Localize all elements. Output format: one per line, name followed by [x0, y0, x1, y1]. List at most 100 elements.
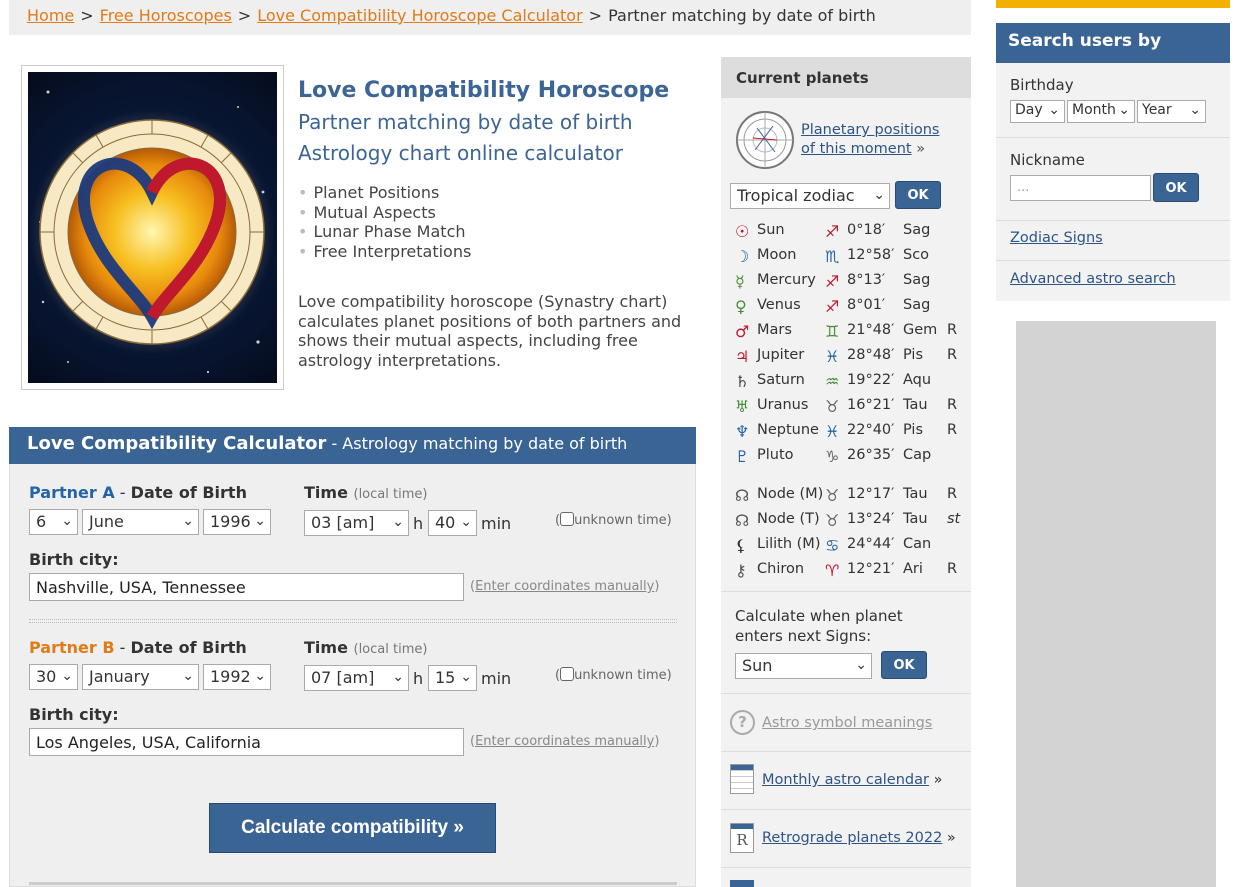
enter-coordinates-link[interactable]: Enter coordinates manually	[475, 579, 654, 594]
partner-b-time-label: Time (local time)	[304, 638, 427, 657]
breadcrumb: Home > Free Horoscopes > Love Compatibility …	[9, 0, 971, 35]
current-planets-title: Current planets	[721, 57, 971, 98]
nickname-ok-button[interactable]: OK	[1153, 173, 1199, 202]
calculate-compatibility-button[interactable]: Calculate compatibility »	[209, 803, 496, 853]
zodiac-sign-icon: ♓	[825, 422, 840, 441]
partner-a-minute-select[interactable]: 40 ⌄	[428, 510, 477, 536]
partner-b-unknown-time[interactable]: (unknown time)	[555, 667, 672, 683]
planetary-positions-link-2[interactable]: of this moment	[801, 141, 912, 157]
planet-row: ☊ Node (T) ♉ 13°24′ Tau st	[735, 511, 965, 536]
zodiac-sign-icon: ♉	[825, 486, 840, 505]
select-value: Year	[1142, 102, 1172, 118]
birthday-label: Birthday	[1010, 76, 1074, 94]
partner-a-coords: (Enter coordinates manually)	[470, 579, 660, 594]
partner-b-minute-select[interactable]: 15 ⌄	[428, 665, 477, 691]
zodiac-sign-icon: ♉	[825, 511, 840, 530]
partner-a-hour-select[interactable]: 03 [am] ⌄	[304, 510, 409, 536]
advanced-astro-search-link[interactable]: Advanced astro search	[1010, 271, 1176, 287]
zodiac-sign-icon: ♐	[825, 297, 840, 316]
divider	[721, 751, 971, 752]
chevron-down-icon: ⌄	[254, 668, 266, 684]
nickname-input[interactable]: ...	[1010, 175, 1151, 201]
planet-glyph-icon: ☽	[735, 247, 750, 266]
breadcrumb-separator: >	[80, 6, 94, 25]
monthly-astro-calendar-link[interactable]: Monthly astro calendar	[762, 772, 929, 788]
planetary-positions-link[interactable]: Planetary positions	[801, 122, 939, 138]
birthday-day-select[interactable]: Day ⌄	[1010, 100, 1065, 123]
astro-symbol-meanings-link[interactable]: Astro symbol meanings	[762, 715, 932, 731]
retrograde-calendar-icon: R	[730, 823, 754, 853]
next-signs-planet-select[interactable]: Sun ⌄	[735, 653, 872, 679]
birthday-year-select[interactable]: Year ⌄	[1137, 100, 1206, 123]
partner-a-time-label: Time (local time)	[304, 483, 427, 502]
zodiac-sign-icon: ♐	[825, 222, 840, 241]
planet-degree: 16°21′	[847, 397, 895, 413]
zodiac-ok-button[interactable]: OK	[895, 181, 941, 209]
planet-degree: 21°48′	[847, 322, 895, 338]
partner-b-year-select[interactable]: 1992 ⌄	[203, 664, 271, 690]
node-table: ☊ Node (M) ♉ 12°17′ Tau R ☊ Node (T) ♉ 13°24′ Tau s…	[735, 486, 965, 586]
breadcrumb-home-link[interactable]: Home	[27, 6, 74, 25]
zodiac-type-select[interactable]: Tropical zodiac ⌄	[730, 183, 890, 209]
chart-wheel-icon[interactable]	[735, 110, 795, 170]
planet-glyph-icon: ♅	[735, 397, 750, 416]
partner-b-hour-select[interactable]: 07 [am] ⌄	[304, 665, 409, 691]
partner-a-city-input[interactable]: Nashville, USA, Tennessee	[29, 573, 464, 601]
planet-sign: Pis	[903, 422, 924, 438]
zodiac-sign-icon: ♏	[825, 247, 840, 266]
select-value: 30	[36, 667, 57, 686]
search-users-title: Search users by	[996, 23, 1230, 63]
chevron-down-icon: ⌄	[1189, 102, 1201, 118]
planet-sign: Pis	[903, 347, 924, 363]
planet-sign: Tau	[903, 397, 928, 413]
chevron-down-icon: ⌄	[873, 187, 885, 203]
chevron-down-icon: ⌄	[392, 669, 404, 685]
feature-item: Free Interpretations	[298, 242, 471, 262]
hour-unit: h	[413, 669, 424, 688]
partner-b-city-input[interactable]: Los Angeles, USA, California	[29, 728, 464, 756]
select-value: 07 [am]	[311, 668, 375, 687]
partner-b-dob-label: Partner B - Date of Birth	[29, 638, 247, 657]
retrograde-planets-link[interactable]: Retrograde planets 2022	[762, 830, 942, 846]
breadcrumb-calculator-link[interactable]: Love Compatibility Horoscope Calculator	[257, 6, 582, 25]
accent-bar	[996, 0, 1230, 8]
enter-coordinates-link[interactable]: Enter coordinates manually	[475, 734, 654, 749]
partner-b-month-select[interactable]: January ⌄	[82, 664, 199, 690]
select-value: 1992	[210, 667, 251, 686]
birthday-month-select[interactable]: Month ⌄	[1067, 100, 1135, 123]
time-label: Time	[304, 638, 348, 657]
planet-name: Moon	[757, 247, 797, 263]
planet-name: Venus	[757, 297, 801, 313]
unknown-time-checkbox[interactable]	[560, 512, 575, 526]
planet-glyph-icon: ☿	[735, 272, 745, 291]
planet-sign: Cap	[903, 447, 932, 463]
planet-name: Pluto	[757, 447, 794, 463]
planet-sign: Can	[903, 536, 932, 552]
partner-a-month-select[interactable]: June ⌄	[82, 509, 199, 535]
planet-table: ☉ Sun ♐ 0°18′ Sag ☽ Moon ♏ 12°58′ Sco ☿ Mercury ♐ 8°1…	[735, 222, 965, 472]
select-value: January	[89, 667, 150, 686]
partner-a-year-select[interactable]: 1996 ⌄	[203, 509, 271, 535]
page-title: Love Compatibility Horoscope	[298, 78, 670, 103]
planet-name: Mars	[757, 322, 792, 338]
zodiac-sign-icon: ♋	[825, 536, 840, 555]
partner-a-unknown-time[interactable]: (unknown time)	[555, 512, 672, 528]
retrograde-row: Retrograde planets 2022 »	[762, 830, 956, 846]
divider	[721, 591, 971, 592]
planet-row: ☊ Node (M) ♉ 12°17′ Tau R	[735, 486, 965, 511]
partner-a-day-select[interactable]: 6 ⌄	[29, 509, 78, 535]
zodiac-wheel-heart-graphic	[30, 90, 274, 374]
chevron-down-icon: ⌄	[61, 513, 73, 529]
planet-name: Mercury	[757, 272, 816, 288]
planet-glyph-icon: ♂	[735, 322, 750, 341]
label-dash: -	[114, 483, 131, 502]
next-signs-ok-button[interactable]: OK	[881, 651, 927, 679]
planet-flag: R	[947, 561, 958, 577]
planet-glyph-icon: ♀	[735, 297, 747, 316]
breadcrumb-free-horoscopes-link[interactable]: Free Horoscopes	[100, 6, 232, 25]
unknown-time-checkbox[interactable]	[560, 667, 575, 681]
divider	[996, 260, 1230, 261]
partner-a-name: Partner A	[29, 483, 115, 502]
zodiac-signs-link[interactable]: Zodiac Signs	[1010, 230, 1103, 246]
partner-b-day-select[interactable]: 30 ⌄	[29, 664, 78, 690]
